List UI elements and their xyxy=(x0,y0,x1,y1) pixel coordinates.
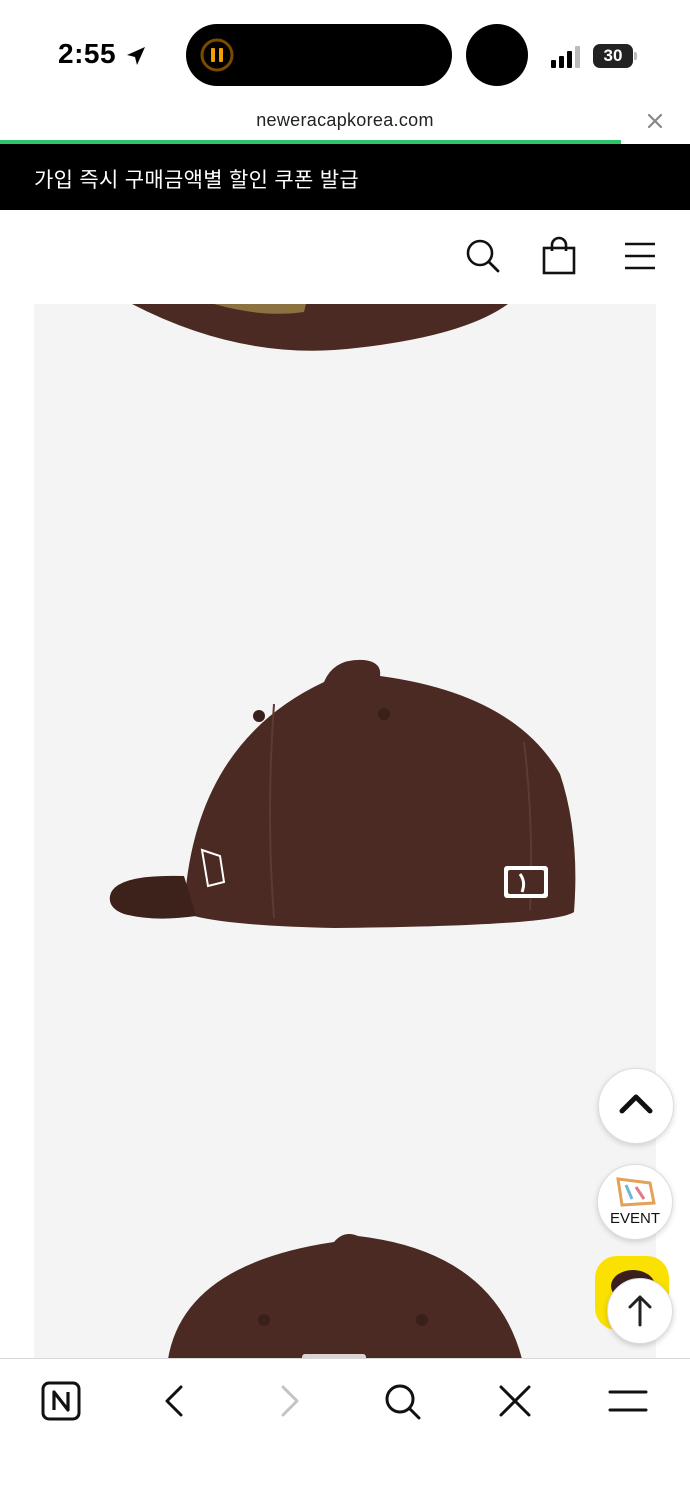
arrow-up-icon xyxy=(628,1295,652,1327)
event-flag-icon xyxy=(616,1177,656,1207)
pause-icon[interactable] xyxy=(200,38,234,72)
battery-level: 30 xyxy=(603,46,623,65)
signal-icon xyxy=(551,46,580,68)
close-icon[interactable] xyxy=(640,106,670,136)
search-icon[interactable] xyxy=(380,1379,424,1423)
close-icon[interactable] xyxy=(493,1379,537,1423)
front-camera xyxy=(466,24,528,86)
forward-icon[interactable] xyxy=(267,1379,311,1423)
cap-side-image[interactable] xyxy=(109,659,576,928)
shopping-bag-icon[interactable] xyxy=(539,236,579,276)
url-bar[interactable]: neweracapkorea.com xyxy=(0,100,690,142)
product-images xyxy=(109,304,576,1359)
back-icon[interactable] xyxy=(153,1379,197,1423)
event-label: EVENT xyxy=(609,1210,660,1227)
chevron-up-icon xyxy=(619,1094,653,1114)
browser-toolbar xyxy=(0,1358,690,1500)
page: 2:55 30 neweracapkorea.com 가입 즉시 구매금액별 할… xyxy=(0,0,690,1500)
scroll-up-button[interactable] xyxy=(598,1068,674,1144)
location-arrow-icon xyxy=(127,47,145,65)
product-image-gallery[interactable] xyxy=(34,304,656,1359)
battery-cap xyxy=(634,52,637,60)
menu-icon[interactable] xyxy=(620,236,660,276)
naver-home-icon[interactable] xyxy=(39,1379,83,1423)
event-button[interactable]: EVENT xyxy=(597,1164,673,1240)
promo-banner[interactable]: 가입 즉시 구매금액별 할인 쿠폰 발급 xyxy=(0,144,690,210)
status-time: 2:55 xyxy=(58,38,117,69)
search-icon[interactable] xyxy=(463,236,503,276)
menu-icon[interactable] xyxy=(606,1379,650,1423)
cap-back-image[interactable] xyxy=(168,1234,522,1359)
status-bar: 2:55 30 xyxy=(0,0,690,100)
url-text[interactable]: neweracapkorea.com xyxy=(0,110,690,131)
cap-front-image[interactable] xyxy=(132,304,508,351)
promo-text[interactable]: 가입 즉시 구매금액별 할인 쿠폰 발급 xyxy=(34,164,359,194)
site-header xyxy=(0,210,690,304)
back-to-top-button[interactable] xyxy=(607,1278,673,1344)
